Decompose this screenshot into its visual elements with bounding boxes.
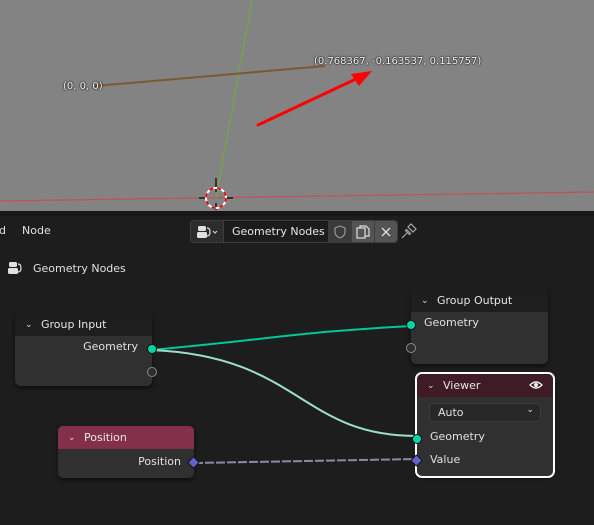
annotation-arrow-shaft: [256, 76, 360, 127]
group-output-node[interactable]: ⌄ Group Output Geometry: [406, 289, 548, 364]
position-header[interactable]: ⌄ Position: [58, 426, 194, 449]
domain-row: Auto ⌄: [417, 397, 553, 427]
collapse-chevron-icon[interactable]: ⌄: [68, 433, 78, 443]
socket-label: Position: [138, 455, 181, 468]
geometry-output-socket[interactable]: [147, 344, 157, 354]
chevron-down-icon: ⌄: [526, 405, 534, 415]
y-axis-line: [215, 0, 253, 199]
node-editor[interactable]: d Node Geometry Nodes Geometry Nodes ⌄ G…: [0, 216, 594, 525]
group-output-header[interactable]: ⌄ Group Output: [411, 289, 548, 312]
input-value-row: Value: [410, 450, 553, 473]
position-node[interactable]: ⌄ Position Position: [58, 426, 200, 478]
extend-input-socket[interactable]: [406, 343, 416, 353]
domain-dropdown[interactable]: Auto ⌄: [429, 403, 541, 422]
3d-viewport[interactable]: (0, 0, 0) (0.768367, -0.163537, 0.115757…: [0, 0, 594, 211]
viewer-header[interactable]: ⌄ Viewer: [417, 374, 553, 397]
output-geometry-row: Geometry: [15, 336, 157, 359]
output-extend-row: [15, 359, 157, 382]
origin-coordinate-label: (0, 0, 0): [63, 81, 103, 92]
geometry-input-socket[interactable]: [406, 320, 416, 330]
link-position-to-viewer-value: [193, 458, 418, 464]
viewer-node[interactable]: ⌄ Viewer Auto ⌄ Geometry Value: [410, 372, 555, 478]
x-axis-line: [0, 191, 594, 202]
socket-label: Geometry: [424, 316, 479, 329]
node-title: Group Output: [437, 294, 513, 307]
group-input-node[interactable]: ⌄ Group Input Geometry: [15, 313, 157, 386]
input-extend-row: [406, 335, 548, 358]
collapse-chevron-icon[interactable]: ⌄: [25, 320, 35, 330]
collapse-chevron-icon[interactable]: ⌄: [427, 381, 437, 391]
collapse-chevron-icon[interactable]: ⌄: [421, 296, 431, 306]
domain-value: Auto: [438, 406, 464, 419]
group-input-header[interactable]: ⌄ Group Input: [15, 313, 152, 336]
extend-output-socket[interactable]: [147, 367, 157, 377]
point-coordinate-label: (0.768367, -0.163537, 0.115757): [314, 56, 482, 67]
eye-icon[interactable]: [529, 380, 543, 390]
annotation-arrow-head: [351, 71, 372, 86]
node-title: Viewer: [443, 379, 481, 392]
socket-label: Geometry: [83, 340, 138, 353]
socket-label: Geometry: [430, 430, 485, 443]
input-geometry-row: Geometry: [412, 427, 553, 450]
link-geometry-to-viewer: [150, 349, 418, 437]
geometry-input-socket[interactable]: [412, 434, 422, 444]
output-position-row: Position: [58, 449, 200, 472]
node-title: Group Input: [41, 318, 107, 331]
node-title: Position: [84, 431, 127, 444]
viewport-canvas: [0, 0, 594, 210]
link-geometry-to-group-output: [150, 325, 412, 351]
input-geometry-row: Geometry: [406, 312, 548, 335]
socket-label: Value: [430, 453, 461, 466]
edge-line: [94, 65, 326, 87]
